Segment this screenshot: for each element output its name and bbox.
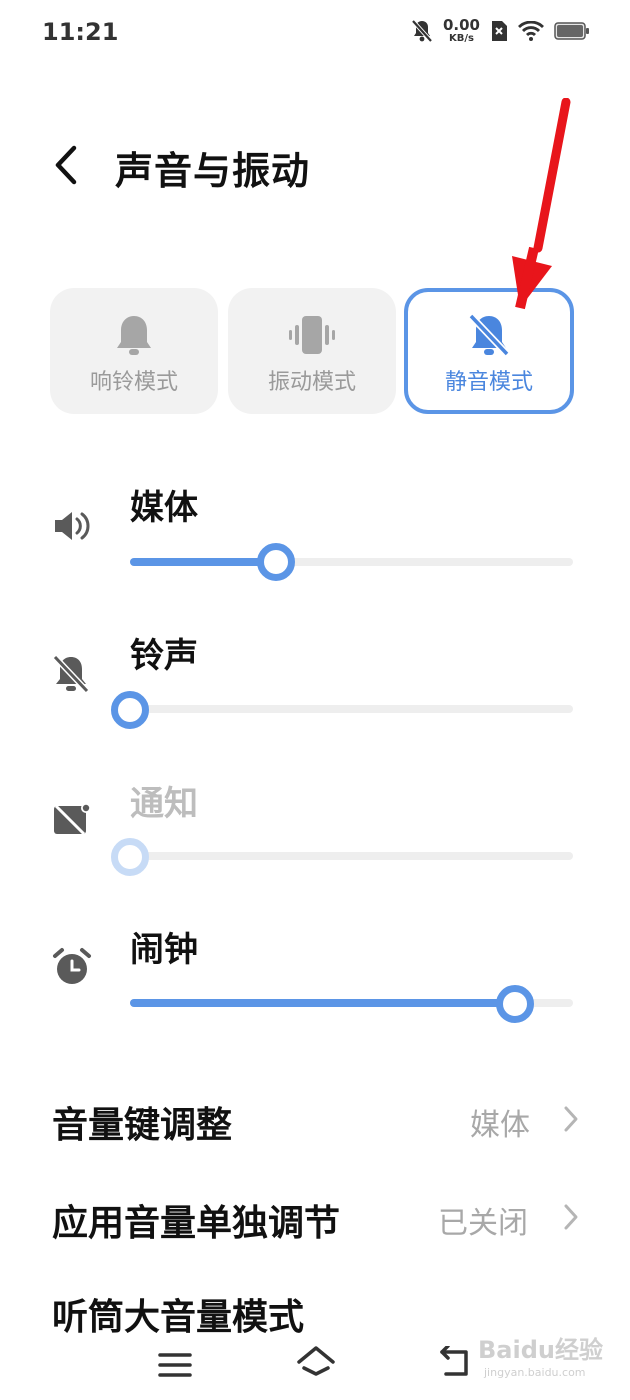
alarm-volume-thumb[interactable] bbox=[496, 985, 535, 1023]
app-volume-setting-title: 应用音量单独调节 bbox=[52, 1203, 341, 1244]
alarm-volume-fill bbox=[130, 999, 516, 1007]
alarm-clock-icon bbox=[52, 946, 92, 992]
ringtone-volume-thumb[interactable] bbox=[111, 691, 149, 729]
volume-key-setting-title: 音量键调整 bbox=[52, 1105, 233, 1146]
vibrate-icon bbox=[287, 312, 337, 362]
volume-key-setting-value: 媒体 bbox=[470, 1108, 530, 1143]
alarm-volume-label: 闹钟 bbox=[130, 930, 198, 970]
ring-mode-button[interactable]: 响铃模式 bbox=[50, 288, 218, 414]
chevron-right-icon bbox=[562, 1104, 580, 1138]
bell-off-icon bbox=[52, 654, 90, 698]
page-title: 声音与振动 bbox=[115, 149, 311, 193]
media-volume-slider[interactable] bbox=[130, 558, 573, 566]
watermark: Baidu经验 jingyan.baidu.com bbox=[478, 1330, 603, 1379]
ring-mode-label: 响铃模式 bbox=[89, 370, 178, 395]
network-speed: 0.00 KB/s bbox=[442, 16, 480, 44]
watermark-url: jingyan.baidu.com bbox=[484, 1366, 586, 1379]
wifi-icon bbox=[518, 21, 544, 41]
ringtone-volume-label: 铃声 bbox=[130, 636, 198, 676]
notification-off-icon bbox=[52, 800, 92, 844]
mute-status-icon bbox=[411, 19, 433, 43]
notification-volume-label: 通知 bbox=[130, 784, 198, 824]
status-icons: 0.00 KB/s bbox=[411, 18, 590, 44]
watermark-brand: Baidu经验 bbox=[478, 1336, 603, 1364]
back-nav-icon[interactable] bbox=[436, 1346, 474, 1380]
ringtone-volume-slider[interactable] bbox=[130, 705, 573, 713]
chevron-right-icon bbox=[562, 1202, 580, 1236]
notification-volume-thumb bbox=[111, 838, 149, 876]
media-volume-fill bbox=[130, 558, 277, 566]
media-volume-thumb[interactable] bbox=[257, 543, 296, 581]
app-volume-setting-value: 已关闭 bbox=[438, 1206, 528, 1241]
annotation-arrow bbox=[490, 97, 580, 322]
silent-mode-label: 静音模式 bbox=[444, 370, 533, 395]
no-sim-icon bbox=[490, 20, 508, 42]
home-icon[interactable] bbox=[296, 1344, 336, 1380]
bell-icon bbox=[112, 312, 156, 362]
speaker-icon bbox=[52, 506, 92, 550]
status-bar: 11:21 0.00 KB/s bbox=[0, 0, 630, 70]
vibrate-mode-label: 振动模式 bbox=[267, 370, 356, 395]
media-volume-label: 媒体 bbox=[130, 488, 198, 528]
chevron-left-icon bbox=[55, 145, 77, 185]
menu-icon[interactable] bbox=[158, 1350, 192, 1380]
battery-icon bbox=[554, 21, 590, 41]
status-time: 11:21 bbox=[42, 18, 119, 46]
back-button[interactable] bbox=[48, 140, 88, 190]
vibrate-mode-button[interactable]: 振动模式 bbox=[228, 288, 396, 414]
notification-volume-slider bbox=[130, 852, 573, 860]
